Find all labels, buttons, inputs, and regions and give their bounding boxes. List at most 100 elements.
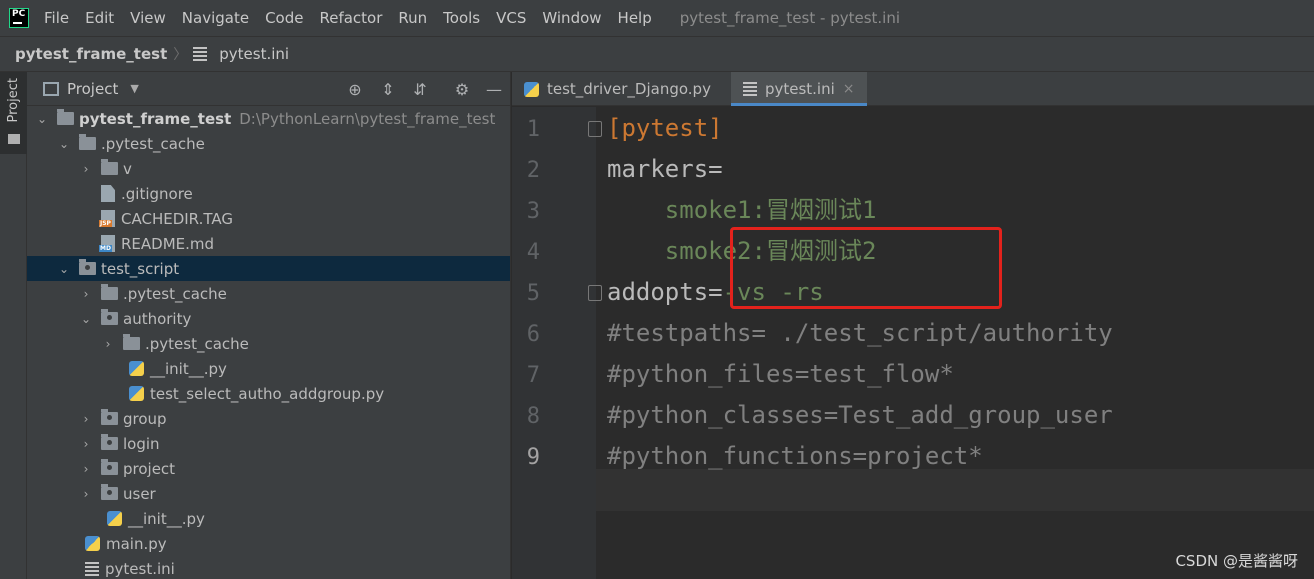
tree-item-label: pytest.ini xyxy=(105,559,175,578)
chevron-right-icon[interactable]: › xyxy=(79,287,93,301)
package-folder-icon xyxy=(101,484,118,500)
ini-file-icon xyxy=(193,47,208,61)
tag-file-icon xyxy=(99,210,115,227)
code-line[interactable]: #python_functions=project* xyxy=(607,436,983,477)
menu-file[interactable]: File xyxy=(36,0,77,36)
collapse-all-icon[interactable]: ⇵ xyxy=(410,79,430,99)
gear-icon[interactable]: ⚙ xyxy=(452,79,472,99)
tree-item-authority[interactable]: ⌄ authority xyxy=(27,306,510,331)
menu-window[interactable]: Window xyxy=(534,0,609,36)
window-title: pytest_frame_test - pytest.ini xyxy=(679,9,901,27)
code-token: addopts xyxy=(607,278,709,306)
menu-run[interactable]: Run xyxy=(390,0,435,36)
chevron-down-icon[interactable]: ⌄ xyxy=(57,262,71,276)
line-number: 4 xyxy=(526,240,540,265)
package-folder-icon xyxy=(101,434,118,450)
chevron-right-icon[interactable]: › xyxy=(79,437,93,451)
close-icon[interactable]: × xyxy=(843,81,855,97)
code-line[interactable]: #python_classes=Test_add_group_user xyxy=(607,395,1113,436)
code-line[interactable]: #testpaths= ./test_script/authority xyxy=(607,313,1113,354)
tree-item-gitignore[interactable]: .gitignore xyxy=(27,181,510,206)
breadcrumb-project[interactable]: pytest_frame_test xyxy=(15,45,167,63)
project-panel-header: Project ▼ ⊕ ⇕ ⇵ ⚙ — xyxy=(27,72,510,106)
line-number: 3 xyxy=(526,199,540,224)
code-line[interactable]: markers= xyxy=(607,149,723,190)
tree-item-login[interactable]: › login xyxy=(27,431,510,456)
chevron-down-icon[interactable]: ▼ xyxy=(130,82,138,95)
expand-all-icon[interactable]: ⇕ xyxy=(378,79,398,99)
tree-item-readme[interactable]: README.md xyxy=(27,231,510,256)
tree-item-project-root[interactable]: ⌄ pytest_frame_test D:\PythonLearn\pytes… xyxy=(27,106,510,131)
line-number: 5 xyxy=(526,281,540,306)
logo-text: PC xyxy=(12,9,26,19)
chevron-right-icon[interactable]: › xyxy=(79,412,93,426)
tree-item-label: .pytest_cache xyxy=(101,134,205,153)
gitignore-file-icon xyxy=(101,185,115,202)
code-line[interactable]: #python_files=test_flow* xyxy=(607,354,954,395)
tree-item-label: README.md xyxy=(121,234,215,253)
line-number: 6 xyxy=(526,322,540,347)
chevron-down-icon[interactable]: ⌄ xyxy=(79,312,93,326)
tree-item-label: authority xyxy=(123,309,192,328)
code-line[interactable]: smoke1:冒烟测试1 xyxy=(607,190,877,231)
chevron-right-icon[interactable]: › xyxy=(101,337,115,351)
menu-edit[interactable]: Edit xyxy=(77,0,122,36)
tree-item-label: pytest_frame_test xyxy=(79,109,232,128)
package-folder-icon xyxy=(101,409,118,425)
editor: test_driver_Django.py pytest.ini × 1 2 3… xyxy=(512,72,1314,579)
menu-navigate[interactable]: Navigate xyxy=(174,0,257,36)
tab-pytest-ini[interactable]: pytest.ini × xyxy=(730,72,867,106)
locate-icon[interactable]: ⊕ xyxy=(345,79,365,99)
folder-icon xyxy=(79,134,96,150)
tree-item-label: test_select_autho_addgroup.py xyxy=(150,384,385,403)
tree-item-test-script[interactable]: ⌄ test_script xyxy=(27,256,510,281)
tree-item-test-select-autho[interactable]: test_select_autho_addgroup.py xyxy=(27,381,510,406)
line-number-gutter: 1 2 3 4 5 6 7 8 9 xyxy=(512,107,602,579)
menu-view[interactable]: View xyxy=(122,0,174,36)
tree-item-pytest-cache[interactable]: › .pytest_cache xyxy=(27,331,510,356)
chevron-right-icon[interactable]: › xyxy=(79,487,93,501)
code-line[interactable]: [pytest] xyxy=(607,108,723,149)
project-tool-label: Project xyxy=(6,78,21,123)
tree-item-label: .pytest_cache xyxy=(123,284,227,303)
tab-label: pytest.ini xyxy=(764,80,835,98)
menu-tools[interactable]: Tools xyxy=(435,0,488,36)
breadcrumb-file[interactable]: pytest.ini xyxy=(219,45,289,63)
folder-icon xyxy=(101,284,118,300)
chevron-right-icon[interactable]: › xyxy=(79,462,93,476)
menu-vcs[interactable]: VCS xyxy=(488,0,534,36)
chevron-right-icon[interactable]: › xyxy=(79,162,93,176)
tree-item-project[interactable]: › project xyxy=(27,456,510,481)
menu-help[interactable]: Help xyxy=(610,0,660,36)
chevron-down-icon[interactable]: ⌄ xyxy=(57,137,71,151)
tree-item-pytest-ini[interactable]: pytest.ini xyxy=(27,556,510,579)
project-tool-button[interactable]: Project xyxy=(0,72,27,154)
line-number: 2 xyxy=(526,158,540,183)
tree-item-pytest-cache[interactable]: ⌄ .pytest_cache xyxy=(27,131,510,156)
tree-item-main-py[interactable]: main.py xyxy=(27,531,510,556)
code-token: #python_classes=Test_add_group_user xyxy=(607,401,1113,429)
breadcrumb: pytest_frame_test 〉 pytest.ini xyxy=(0,36,1314,72)
code-area[interactable]: [pytest] markers= smoke1:冒烟测试1 smoke2:冒烟测… xyxy=(596,107,1314,579)
tree-item-v[interactable]: › v xyxy=(27,156,510,181)
chevron-down-icon[interactable]: ⌄ xyxy=(35,112,49,126)
editor-tabs: test_driver_Django.py pytest.ini × xyxy=(512,72,1314,106)
project-view-selector[interactable]: Project xyxy=(67,80,118,98)
tree-item-label: .gitignore xyxy=(121,184,193,203)
tree-item-user[interactable]: › user xyxy=(27,481,510,506)
tree-item-pytest-cache[interactable]: › .pytest_cache xyxy=(27,281,510,306)
tab-test-driver-django[interactable]: test_driver_Django.py xyxy=(512,72,731,106)
tree-item-label: group xyxy=(123,409,167,428)
watermark: CSDN @是酱酱呀 xyxy=(1175,552,1298,570)
tree-item-cachedir-tag[interactable]: CACHEDIR.TAG xyxy=(27,206,510,231)
tree-item-group[interactable]: › group xyxy=(27,406,510,431)
menu-refactor[interactable]: Refactor xyxy=(311,0,390,36)
tree-item-init-py[interactable]: __init__.py xyxy=(27,506,510,531)
tree-item-init-py[interactable]: __init__.py xyxy=(27,356,510,381)
line-number: 7 xyxy=(526,363,540,388)
tree-item-label: test_script xyxy=(101,259,180,278)
tree-item-label: login xyxy=(123,434,160,453)
menu-code[interactable]: Code xyxy=(257,0,311,36)
hide-panel-icon[interactable]: — xyxy=(484,79,504,99)
ini-file-icon xyxy=(85,561,99,576)
